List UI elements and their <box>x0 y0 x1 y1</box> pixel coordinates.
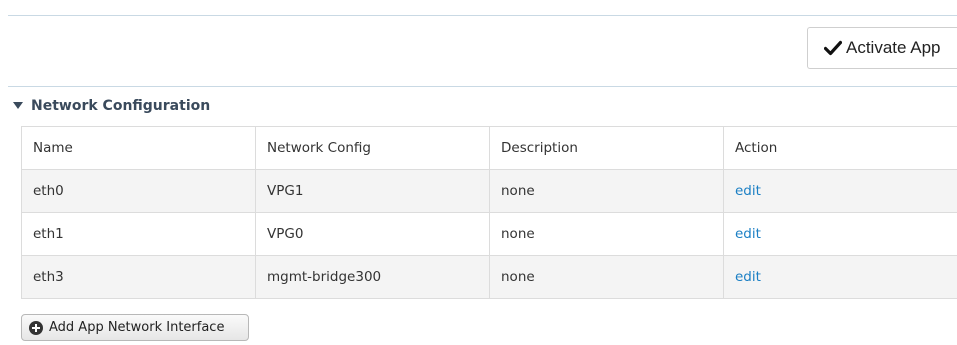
table-row: eth1 VPG0 none edit <box>21 212 957 256</box>
table-row: eth3 mgmt-bridge300 none edit <box>21 255 957 299</box>
cell-name: eth3 <box>21 255 256 299</box>
table-row: eth0 VPG1 none edit <box>21 169 957 213</box>
edit-link[interactable]: edit <box>735 226 761 242</box>
check-icon <box>824 40 842 56</box>
app-network-page: Activate App Network Configuration Name … <box>0 0 957 345</box>
top-divider <box>8 15 957 16</box>
cell-network-config: mgmt-bridge300 <box>255 255 490 299</box>
cell-description: none <box>489 212 724 256</box>
section-title: Network Configuration <box>31 98 211 114</box>
triangle-down-icon <box>13 101 23 111</box>
add-app-network-interface-button[interactable]: Add App Network Interface <box>21 314 249 341</box>
cell-network-config: VPG1 <box>255 169 490 213</box>
edit-link[interactable]: edit <box>735 183 761 199</box>
column-header-description: Description <box>489 126 724 170</box>
network-configuration-toggle[interactable]: Network Configuration <box>13 96 210 116</box>
cell-network-config: VPG0 <box>255 212 490 256</box>
column-header-name: Name <box>21 126 256 170</box>
edit-link[interactable]: edit <box>735 269 761 285</box>
activate-app-label: Activate App <box>846 38 941 57</box>
cell-description: none <box>489 169 724 213</box>
cell-description: none <box>489 255 724 299</box>
cell-action: edit <box>723 255 957 299</box>
column-header-action: Action <box>723 126 957 170</box>
add-app-network-interface-label: Add App Network Interface <box>49 320 225 335</box>
column-header-network-config: Network Config <box>255 126 490 170</box>
cell-action: edit <box>723 169 957 213</box>
network-config-table: Name Network Config Description Action e… <box>21 126 957 299</box>
cell-name: eth1 <box>21 212 256 256</box>
activate-app-button[interactable]: Activate App <box>807 27 957 69</box>
cell-name: eth0 <box>21 169 256 213</box>
table-header-row: Name Network Config Description Action <box>21 126 957 170</box>
section-divider <box>8 86 957 87</box>
cell-action: edit <box>723 212 957 256</box>
plus-circle-icon <box>29 320 43 335</box>
